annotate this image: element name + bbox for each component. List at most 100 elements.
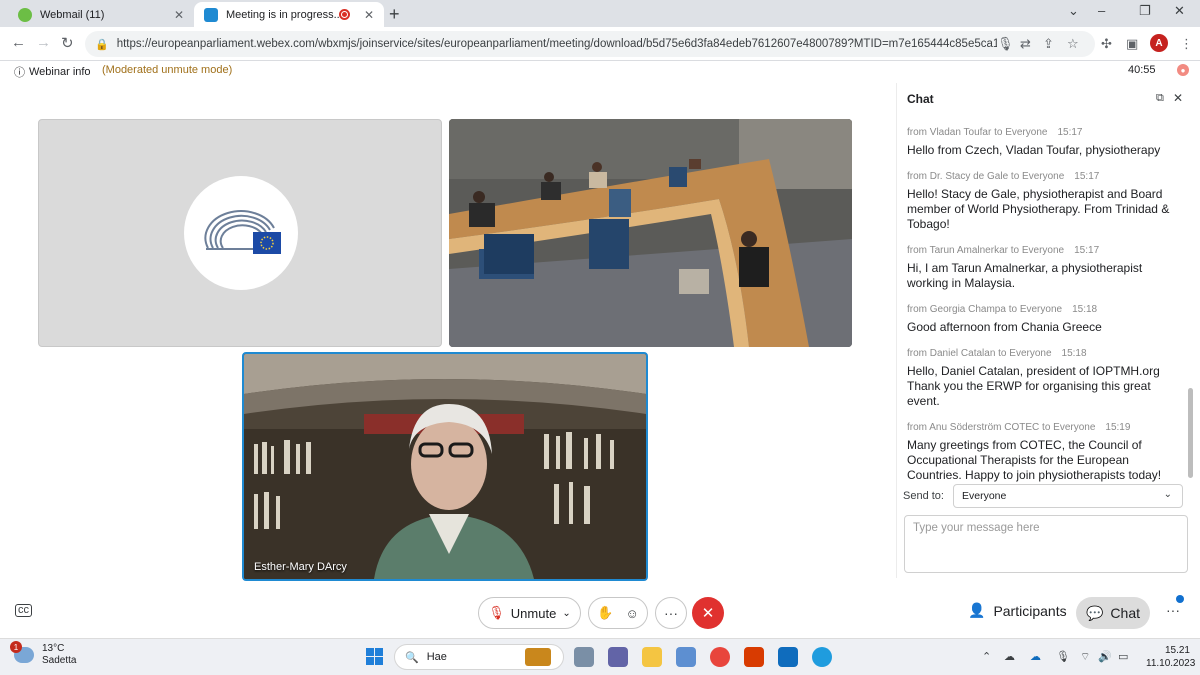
chat-message: from Georgia Champa to Everyone 15:18 Goo…: [907, 304, 1183, 335]
search-placeholder: Hae: [426, 651, 447, 663]
unmute-button[interactable]: 🎙 Unmute ⌄: [478, 597, 581, 629]
search-icon: 🔍: [405, 651, 419, 664]
speaker-name-label: Esther-Mary DArcy: [254, 561, 347, 573]
tab-label: Webmail (11): [40, 8, 105, 21]
chevron-down-icon: ⌄: [1163, 489, 1172, 500]
close-tab-icon[interactable]: ✕: [364, 8, 374, 22]
chat-message: from Daniel Catalan to Everyone 15:18 Hel…: [907, 348, 1183, 409]
onedrive-icon[interactable]: ☁: [1030, 650, 1041, 663]
battery-icon[interactable]: ▭: [1118, 650, 1128, 663]
message-text: Hello! Stacy de Gale, physiotherapist an…: [907, 187, 1170, 231]
message-sender: from Vladan Toufar to Everyone: [907, 127, 1048, 138]
leave-meeting-button[interactable]: ✕: [692, 597, 724, 629]
teams-icon[interactable]: [608, 647, 628, 667]
forward-icon[interactable]: →: [36, 34, 51, 51]
microphone-icon[interactable]: 🎙: [997, 36, 1014, 52]
address-bar[interactable]: 🔒 https://europeanparliament.webex.com/w…: [85, 31, 1095, 57]
message-header: from Anu Söderström COTEC to Everyone 15:…: [907, 422, 1183, 433]
tab-meeting[interactable]: Meeting is in progress... ✕: [194, 2, 384, 27]
wifi-icon[interactable]: ⌔: [1080, 650, 1090, 664]
restore-icon[interactable]: ❐: [1139, 3, 1151, 19]
lock-icon[interactable]: 🔒: [95, 38, 109, 51]
store-icon[interactable]: [676, 647, 696, 667]
task-view-icon[interactable]: [574, 647, 594, 667]
unmute-label: Unmute: [510, 605, 557, 621]
chat-scrollbar[interactable]: [1188, 388, 1193, 478]
message-time: 15:18: [1061, 348, 1087, 359]
side-panel-icon[interactable]: ▣: [1126, 36, 1138, 52]
reload-icon[interactable]: ↻: [61, 34, 74, 52]
weather-badge: 1: [10, 641, 22, 653]
video-tile-committee-room[interactable]: [449, 119, 852, 347]
close-window-icon[interactable]: ✕: [1174, 3, 1185, 19]
chevron-up-icon[interactable]: ⌃: [982, 650, 991, 663]
send-to-value: Everyone: [962, 490, 1007, 502]
message-time: 15:19: [1105, 422, 1131, 433]
file-explorer-icon[interactable]: [642, 647, 662, 667]
panel-more-icon[interactable]: ···: [1166, 602, 1180, 618]
popout-icon[interactable]: ⧉: [1156, 92, 1164, 105]
chat-message: from Tarun Amalnerkar to Everyone 15:17 H…: [907, 245, 1183, 291]
reactions-icon[interactable]: ☺: [625, 606, 638, 621]
close-tab-icon[interactable]: ✕: [174, 8, 184, 22]
chat-button[interactable]: 💬 Chat: [1076, 597, 1150, 629]
taskbar-search[interactable]: 🔍 Hae: [394, 644, 564, 670]
message-time: 15:17: [1074, 171, 1100, 182]
send-to-select[interactable]: Everyone ⌄: [953, 484, 1183, 508]
microphone-tray-icon[interactable]: 🎙: [1056, 650, 1070, 663]
outlook-icon[interactable]: [778, 647, 798, 667]
url-text[interactable]: https://europeanparliament.webex.com/wbx…: [117, 38, 997, 50]
message-time: 15:17: [1057, 127, 1083, 138]
windows-taskbar: 1 13°C Sadetta 🔍 Hae ⌃ ☁ ☁ 🎙 ⌔ 🔊 ▭ 15.21…: [0, 638, 1200, 675]
webinar-info-label: Webinar info: [29, 66, 91, 78]
profile-avatar[interactable]: A: [1150, 34, 1168, 52]
tab-webmail[interactable]: Webmail (11) ✕: [8, 2, 194, 27]
chat-panel: Chat ⧉ ✕ from Vladan Toufar to Everyone 1…: [896, 83, 1196, 578]
bookmark-star-icon[interactable]: ☆: [1067, 36, 1079, 52]
back-icon[interactable]: ←: [11, 34, 26, 51]
reactions-group: ✋ ☺: [588, 597, 648, 629]
edge-icon[interactable]: [812, 647, 832, 667]
tab-label: Meeting is in progress...: [226, 8, 339, 21]
browser-toolbar: ← → ↻ 🔒 https://europeanparliament.webex…: [0, 27, 1200, 61]
share-icon[interactable]: ⇪: [1043, 36, 1054, 52]
start-windows-icon[interactable]: [366, 648, 383, 665]
closed-captions-icon[interactable]: cc: [15, 604, 32, 617]
more-options-button[interactable]: ···: [655, 597, 687, 629]
weather-widget[interactable]: 1 13°C Sadetta: [10, 641, 76, 667]
extensions-icon[interactable]: ✣: [1101, 36, 1112, 52]
raise-hand-icon[interactable]: ✋: [597, 605, 613, 621]
minimize-icon[interactable]: –: [1098, 3, 1105, 18]
cloud-icon[interactable]: ☁: [1004, 650, 1015, 663]
message-header: from Vladan Toufar to Everyone 15:17: [907, 127, 1183, 138]
message-header: from Dr. Stacy de Gale to Everyone 15:17: [907, 171, 1183, 182]
more-dots-icon: ···: [664, 605, 678, 621]
participants-button[interactable]: 👤 Participants: [968, 602, 1067, 619]
participants-label: Participants: [993, 602, 1067, 619]
new-tab-icon[interactable]: +: [389, 4, 400, 25]
close-icon[interactable]: ✕: [1173, 91, 1183, 105]
chat-message: from Vladan Toufar to Everyone 15:17 Hell…: [907, 127, 1183, 158]
system-clock[interactable]: 15.21 11.10.2023: [1146, 644, 1195, 670]
chat-button-label: Chat: [1110, 605, 1140, 621]
message-sender: from Daniel Catalan to Everyone: [907, 348, 1052, 359]
chrome-icon[interactable]: [710, 647, 730, 667]
office-icon[interactable]: [744, 647, 764, 667]
moderated-mode-label: (Moderated unmute mode): [102, 64, 233, 76]
video-tile-active-speaker[interactable]: Esther-Mary DArcy: [242, 352, 648, 581]
chevron-down-icon[interactable]: ⌄: [562, 608, 570, 619]
info-icon: ⓘ: [14, 67, 25, 79]
webinar-info-button[interactable]: ⓘ Webinar info: [14, 64, 91, 80]
message-header: from Tarun Amalnerkar to Everyone 15:17: [907, 245, 1183, 256]
video-tile-parliament-logo[interactable]: [38, 119, 442, 347]
chat-message-input[interactable]: Type your message here: [904, 515, 1188, 573]
tab-search-icon[interactable]: ⌄: [1068, 3, 1079, 19]
volume-icon[interactable]: 🔊: [1098, 650, 1112, 663]
menu-icon[interactable]: ⋮: [1180, 36, 1193, 52]
webmail-favicon-icon: [18, 7, 32, 22]
meeting-timer: 40:55: [1128, 64, 1156, 76]
send-to-label: Send to:: [903, 490, 944, 502]
chat-bubble-icon: 💬: [1085, 604, 1104, 621]
translate-icon[interactable]: ⇄: [1020, 36, 1031, 52]
message-text: Hi, I am Tarun Amalnerkar, a physiothera…: [907, 261, 1143, 290]
